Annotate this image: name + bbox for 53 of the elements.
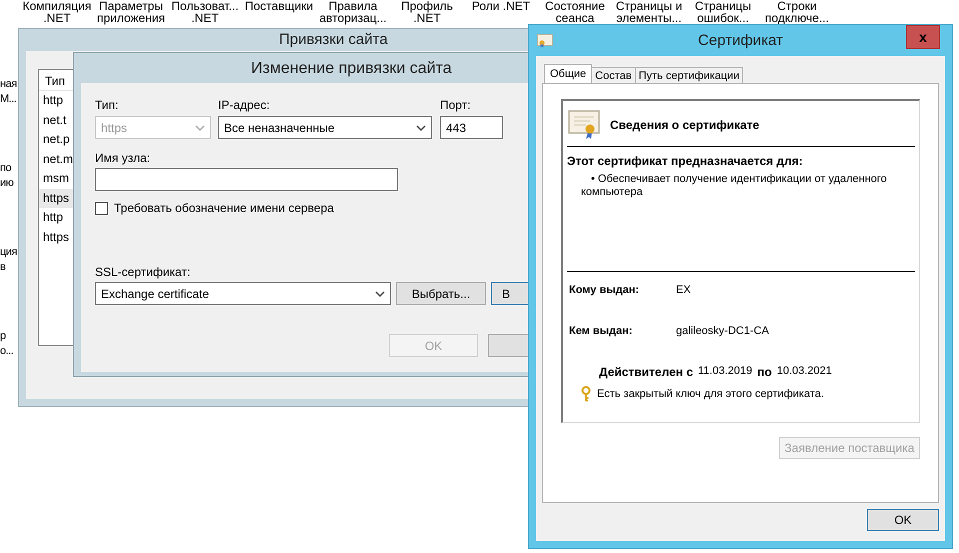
field-value: galileosky-DC1-CA <box>676 325 769 337</box>
key-icon <box>581 386 591 402</box>
field-label: Действителен с <box>599 365 693 379</box>
chevron-icon <box>375 290 385 296</box>
certificate-icon <box>568 110 600 140</box>
ok-button[interactable]: OK <box>867 509 939 531</box>
field-label: по <box>757 365 772 379</box>
close-button[interactable]: x <box>906 25 940 49</box>
purpose-heading: Этот сертификат предназначается для: <box>567 154 804 168</box>
feature-label[interactable]: Правила авторизац... <box>316 0 390 24</box>
date-text: 10.03.2021 <box>776 365 832 379</box>
window-title: Привязки сайта <box>279 30 388 50</box>
feature-label[interactable]: Строки подключе... <box>760 0 834 24</box>
certificate-icon <box>537 34 553 48</box>
field-label: Кем выдан: <box>569 325 634 337</box>
feature-label[interactable]: Пользоват... .NET <box>168 0 242 24</box>
tab[interactable]: Общие <box>544 64 592 83</box>
purpose-text: • Обеспечивает получение идентификации от удаленного компьютера <box>580 173 888 199</box>
tab[interactable]: Путь сертификации <box>634 67 744 83</box>
feature-label[interactable]: Поставщики <box>242 0 316 24</box>
ip-dropdown[interactable]: Все неназначенные <box>218 116 432 139</box>
field-label: SSL-сертификат: <box>95 265 190 279</box>
select-button[interactable]: Выбрать... <box>396 282 486 305</box>
feature-label[interactable]: р о... <box>0 329 14 359</box>
field-label: Имя узла: <box>95 151 150 165</box>
checkbox[interactable] <box>95 202 108 214</box>
checkbox-label: Требовать обозначение имени сервера <box>114 201 334 215</box>
date-text: 11.03.2019 <box>698 365 752 379</box>
field-value: EX <box>676 284 691 296</box>
port-field[interactable]: 443 <box>440 116 503 139</box>
feature-label[interactable]: Роли .NET <box>464 0 538 24</box>
field-label: Кому выдан: <box>569 284 640 296</box>
feature-label[interactable]: ная М... <box>0 77 17 107</box>
feature-label[interactable]: ция в <box>0 245 17 275</box>
feature-label[interactable]: Компиляция .NET <box>20 0 94 24</box>
chevron-icon <box>416 124 426 130</box>
window-title: Сертификат <box>698 32 783 49</box>
field-label: IP-адрес: <box>218 98 271 112</box>
ssl-certificate-dropdown[interactable]: Exchange certificate <box>95 282 391 305</box>
feature-label[interactable]: Состояние сеанса <box>538 0 612 24</box>
host-name-field[interactable] <box>95 168 398 191</box>
private-key-note: Есть закрытый ключ для этого сертификата. <box>597 388 824 400</box>
dialog-title: Изменение привязки сайта <box>251 59 452 79</box>
feature-label[interactable]: Страницы ошибок... <box>686 0 760 24</box>
feature-label[interactable]: Профиль .NET <box>390 0 464 24</box>
field-label: Порт: <box>440 98 472 112</box>
section-heading: Сведения о сертификате <box>610 118 760 132</box>
feature-label[interactable]: по ию <box>0 161 14 191</box>
view-button[interactable]: В <box>491 282 528 305</box>
chevron-icon <box>195 124 205 130</box>
field-label: Тип: <box>95 98 120 112</box>
feature-label[interactable]: Страницы и элементы... <box>612 0 686 24</box>
feature-label[interactable]: Параметры приложения <box>94 0 168 24</box>
